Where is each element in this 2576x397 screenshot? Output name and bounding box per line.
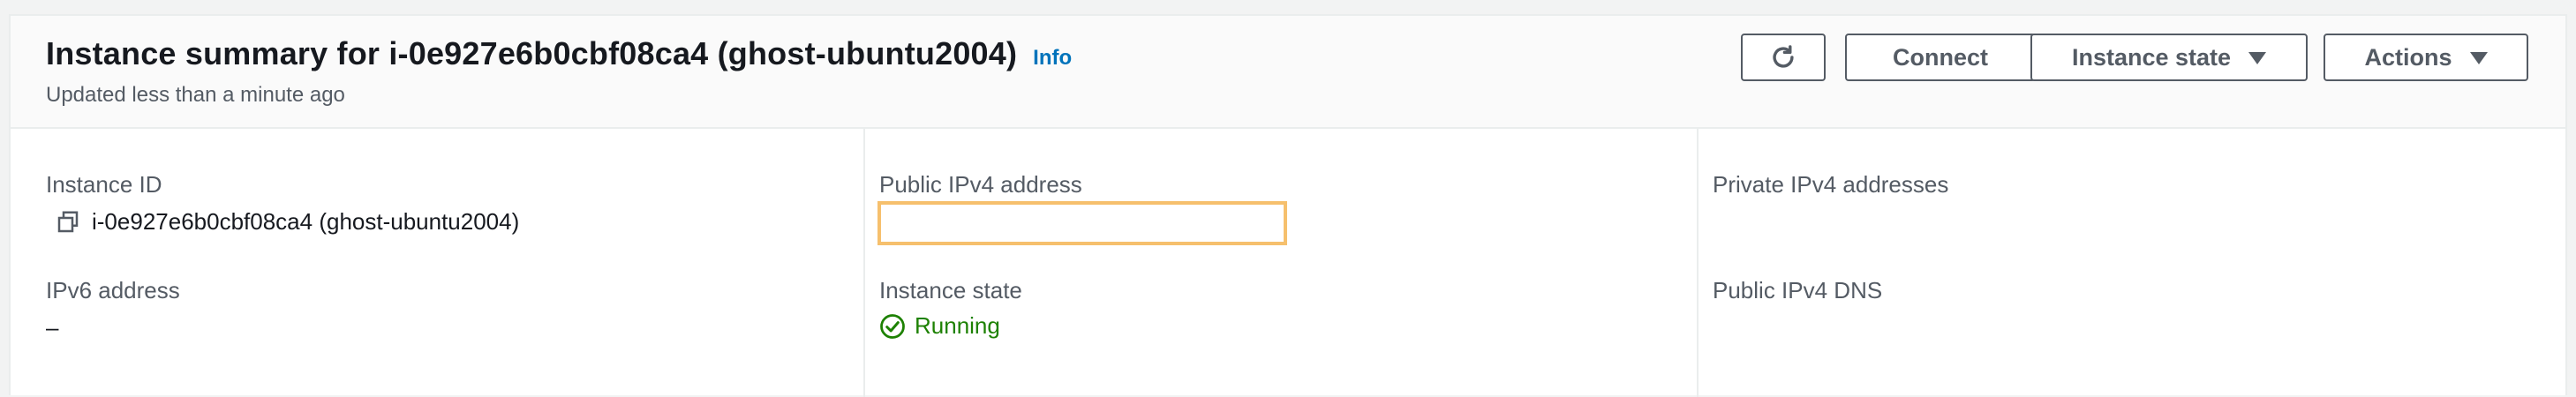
- page-title: Instance summary for i-0e927e6b0cbf08ca4…: [46, 35, 1018, 71]
- instance-state-button[interactable]: Instance state: [2030, 34, 2308, 81]
- info-link[interactable]: Info: [1033, 46, 1072, 71]
- instance-state-text: Running: [915, 312, 1000, 339]
- actions-button[interactable]: Actions: [2324, 34, 2528, 81]
- connect-button[interactable]: Connect: [1845, 34, 2036, 81]
- refresh-icon: [1768, 42, 1798, 72]
- instance-state-label: Instance state: [879, 277, 1022, 303]
- connect-button-label: Connect: [1893, 43, 1988, 71]
- instance-state-button-label: Instance state: [2071, 43, 2232, 71]
- public-ipv4-dns-label: Public IPv4 DNS: [1713, 277, 1883, 303]
- instance-id-label: Instance ID: [46, 171, 162, 198]
- actions-button-label: Actions: [2364, 43, 2452, 71]
- refresh-button[interactable]: [1741, 34, 1826, 81]
- column-divider: [863, 129, 865, 397]
- caret-down-icon: [2469, 52, 2488, 64]
- caret-down-icon: [2248, 52, 2267, 64]
- column-divider: [1697, 129, 1699, 397]
- ipv6-address-label: IPv6 address: [46, 277, 180, 303]
- check-circle-icon: [879, 313, 906, 340]
- copy-icon[interactable]: [55, 209, 81, 236]
- details-grid: Instance ID i-0e927e6b0cbf08ca4 (ghost-u…: [11, 129, 2565, 397]
- public-ipv4-address-label: Public IPv4 address: [879, 171, 1082, 198]
- instance-id-value: i-0e927e6b0cbf08ca4 (ghost-ubuntu2004): [55, 208, 519, 236]
- instance-summary-panel: Instance summary for i-0e927e6b0cbf08ca4…: [9, 14, 2567, 397]
- public-ipv4-address-value[interactable]: [877, 201, 1287, 245]
- last-updated-text: Updated less than a minute ago: [46, 83, 345, 107]
- instance-state-value: Running: [879, 312, 1000, 340]
- title-row: Instance summary for i-0e927e6b0cbf08ca4…: [46, 35, 1072, 72]
- ipv6-address-value: –: [46, 314, 59, 341]
- instance-id-text: i-0e927e6b0cbf08ca4 (ghost-ubuntu2004): [92, 208, 520, 235]
- private-ipv4-addresses-label: Private IPv4 addresses: [1713, 171, 1949, 198]
- summary-header: Instance summary for i-0e927e6b0cbf08ca4…: [11, 16, 2565, 129]
